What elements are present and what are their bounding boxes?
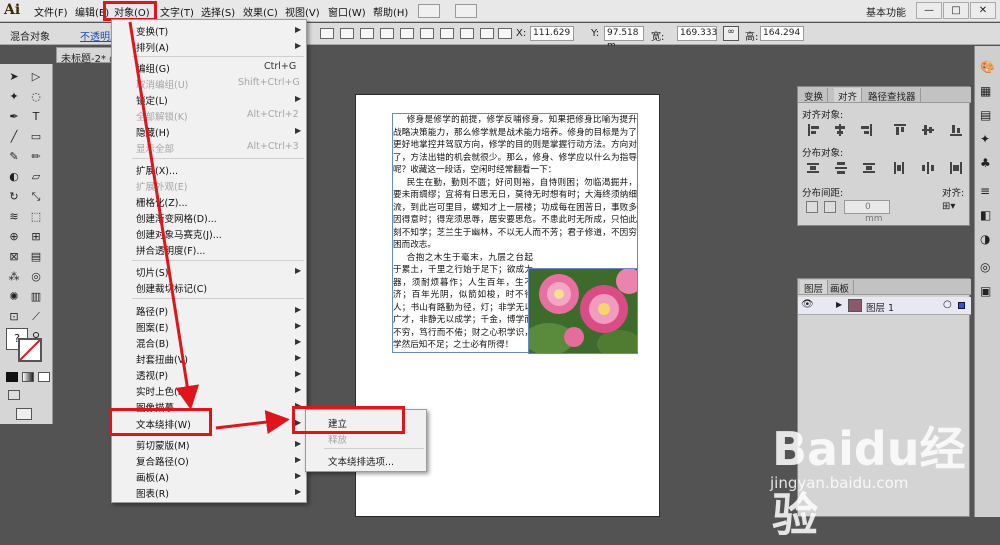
baidu-watermark-url: jingyan.baidu.com (770, 474, 909, 492)
stroke-panel-icon[interactable]: ≡ (980, 184, 996, 198)
appearance-panel-icon[interactable]: ◎ (980, 260, 996, 274)
symbols-panel-icon[interactable]: ♣ (980, 156, 996, 170)
brushes-panel-icon[interactable]: ✦ (980, 132, 996, 146)
transparency-panel-icon[interactable]: ◑ (980, 232, 996, 246)
align-panel: 变换 对齐 路径查找器 对齐对象: 分布对象: 分布间距: 对齐: 0 mm ⊞… (797, 86, 971, 226)
distribute-objects-label: 分布对象: (802, 148, 844, 159)
spacing-field[interactable]: 0 mm (844, 200, 890, 224)
gradient-panel-icon[interactable]: ◧ (980, 208, 996, 222)
distribute-vertical-space-icon[interactable] (806, 201, 818, 213)
align-to-selection-icon[interactable]: ⊞▾ (942, 201, 962, 213)
swatches-panel-icon[interactable]: ▤ (980, 108, 996, 122)
distribute-spacing-label: 分布间距: (802, 188, 844, 199)
graphic-styles-panel-icon[interactable]: ▣ (980, 284, 996, 298)
align-to-label: 对齐: (942, 188, 965, 199)
align-objects-label: 对齐对象: (802, 110, 844, 121)
distribute-objects-buttons (806, 161, 966, 175)
target-circle-icon[interactable]: ○ (943, 299, 952, 310)
arrow-to-make (215, 410, 290, 435)
distribute-horizontal-space-icon[interactable] (824, 201, 836, 213)
color-guide-icon[interactable]: ▦ (980, 84, 996, 98)
align-objects-buttons (806, 123, 966, 137)
expand-triangle-icon[interactable]: ▶ (836, 300, 842, 309)
layer-name[interactable]: 图层 1 (866, 300, 894, 314)
tab-transform[interactable]: 变换 (800, 88, 829, 103)
layer-thumbnail (848, 299, 862, 312)
tab-layers[interactable]: 图层 (800, 280, 829, 295)
tab-align[interactable]: 对齐 (834, 88, 863, 103)
color-panel-icon[interactable]: 🎨 (980, 60, 996, 74)
visibility-eye-icon[interactable]: 👁 (801, 299, 814, 310)
tab-pathfinder[interactable]: 路径查找器 (864, 88, 921, 103)
arrow-to-text-wrap (128, 21, 200, 410)
selection-indicator[interactable] (958, 302, 965, 309)
layer-row[interactable]: 👁 ▶ 图层 1 ○ (798, 297, 971, 315)
tab-artboards[interactable]: 画板 (826, 280, 855, 295)
